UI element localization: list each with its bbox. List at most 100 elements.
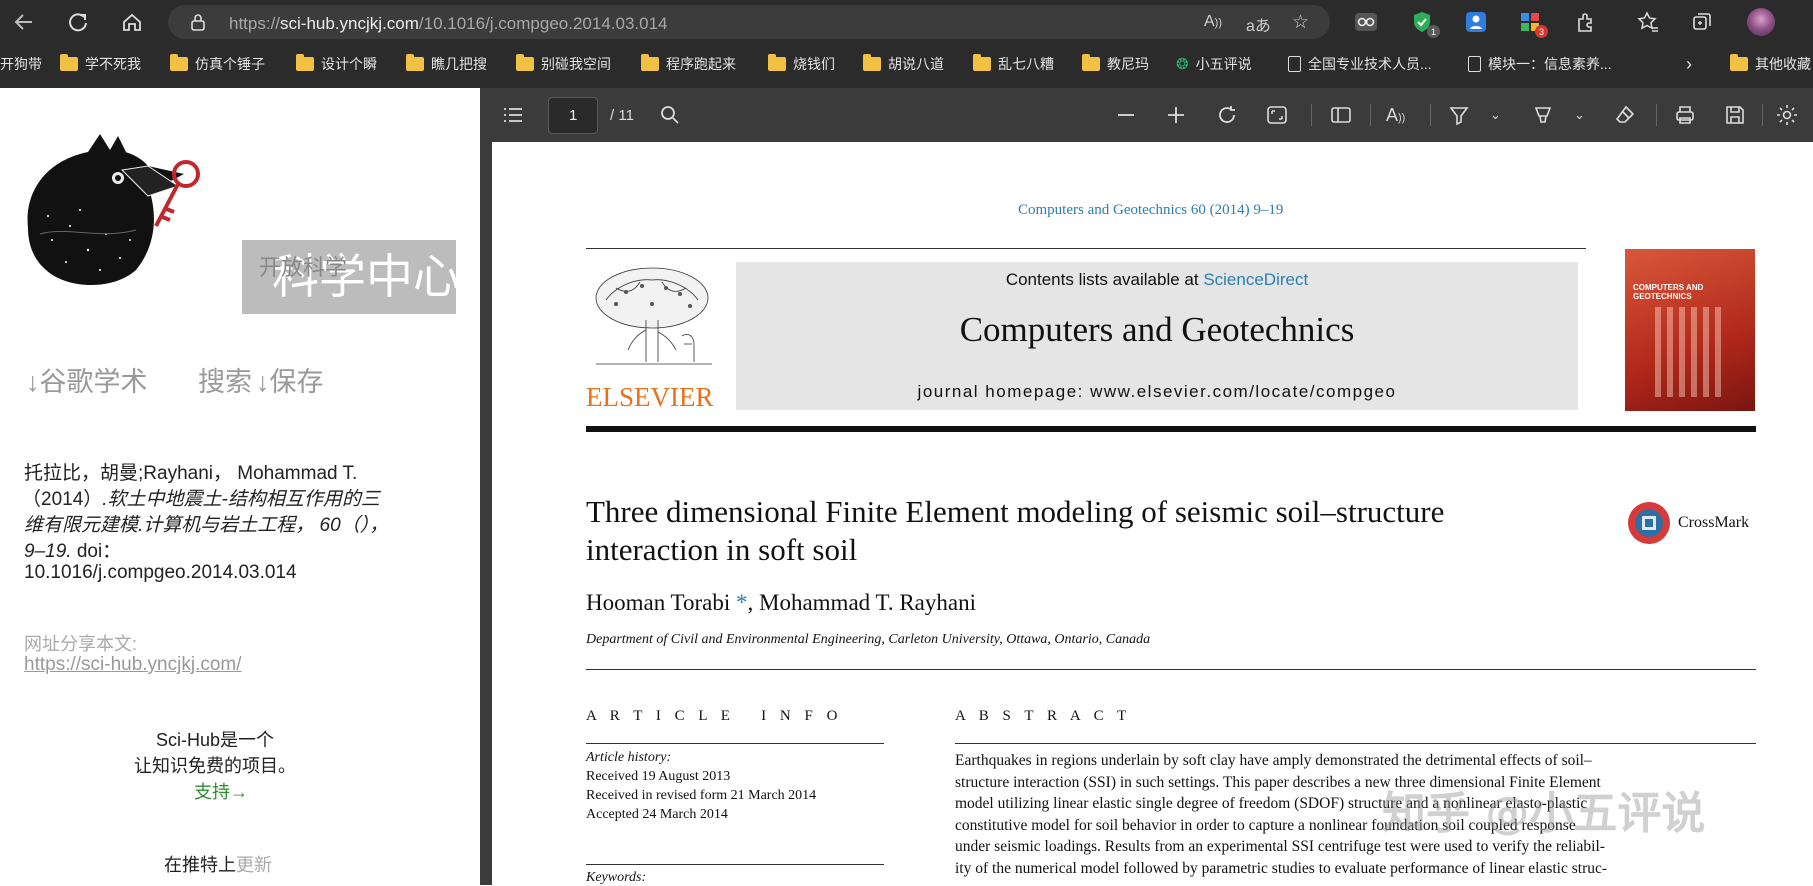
- author-link[interactable]: Hooman Torabi: [586, 590, 730, 615]
- bookmark-label: 程序跑起来: [666, 56, 736, 72]
- affiliation: Department of Civil and Environmental En…: [586, 632, 1151, 647]
- zoom-in-icon[interactable]: [1166, 103, 1186, 127]
- page-number-input[interactable]: 1: [548, 97, 598, 134]
- chevron-down-icon[interactable]: ⌄: [1490, 103, 1501, 127]
- elsevier-wordmark: ELSEVIER: [586, 382, 714, 412]
- corresponding-author-mark[interactable]: *: [730, 590, 748, 615]
- journal-reference: Computers and Geotechnics 60 (2014) 9–19: [1018, 202, 1284, 218]
- extension-shield-icon[interactable]: 1: [1410, 10, 1440, 38]
- bookmark-label: 全国专业技术人员...: [1308, 56, 1432, 72]
- support-link[interactable]: 支持→: [194, 778, 248, 804]
- eraser-icon[interactable]: [1614, 103, 1636, 127]
- home-icon[interactable]: [118, 8, 146, 36]
- bookmark-folder[interactable]: 乱七八糟: [973, 53, 1054, 75]
- bookmark-label: 胡说八道: [888, 56, 944, 72]
- back-arrow-icon[interactable]: [10, 8, 38, 36]
- gear-icon[interactable]: [1776, 103, 1798, 127]
- article-info-heading: A R T I C L E I N F O: [586, 708, 843, 724]
- share-url-link[interactable]: https://sci-hub.yncjkj.com/: [24, 654, 242, 676]
- folder-icon: [60, 54, 78, 71]
- bookmark-folder[interactable]: 其他收藏: [1730, 53, 1811, 75]
- bookmark-item[interactable]: ❂ 小五评说: [1176, 53, 1252, 75]
- abstract-heading: A B S T R A C T: [955, 708, 1132, 724]
- bookmark-label: 仿真个锤子: [195, 56, 265, 72]
- zhihu-watermark: 知乎 @小五评说: [1382, 788, 1706, 839]
- bookmark-label: 模块一：信息素养...: [1488, 56, 1612, 72]
- reload-icon[interactable]: [64, 8, 92, 36]
- lock-icon[interactable]: [190, 13, 206, 36]
- bookmark-label: 教尼玛: [1107, 56, 1149, 72]
- profile-avatar[interactable]: [1747, 8, 1775, 36]
- elsevier-tree-logo-icon: [595, 267, 712, 365]
- citation-doi: 10.1016/j.compgeo.2014.03.014: [24, 562, 297, 583]
- zoom-out-icon[interactable]: [1116, 103, 1136, 127]
- folder-icon: [1082, 54, 1100, 71]
- favorites-icon[interactable]: [1636, 10, 1660, 34]
- article-info-rule: [586, 743, 884, 744]
- section-rule: [586, 669, 1756, 670]
- bookmark-folder[interactable]: 学不死我: [60, 53, 141, 75]
- url-text[interactable]: https://sci-hub.yncjkj.com/10.1016/j.com…: [229, 14, 668, 34]
- twitter-update-link[interactable]: 更新: [236, 855, 272, 875]
- search-link[interactable]: 搜索: [198, 360, 252, 399]
- journal-homepage: journal homepage: www.elsevier.com/locat…: [917, 382, 1397, 401]
- collections-icon[interactable]: [1690, 10, 1714, 34]
- article-title-cont: interaction in soft soil: [586, 532, 858, 567]
- contents-line: Contents lists available at ScienceDirec…: [1005, 270, 1309, 289]
- bookmark-folder[interactable]: 设计个瞬: [296, 53, 377, 75]
- save-icon[interactable]: [1724, 103, 1746, 127]
- extension-glasses-icon[interactable]: [1354, 10, 1378, 34]
- read-aloud-icon[interactable]: A)): [1204, 13, 1222, 31]
- bookmark-label: 学不死我: [85, 56, 141, 72]
- read-aloud-icon[interactable]: A)): [1386, 103, 1405, 127]
- history-label: Article history:: [586, 750, 672, 765]
- extension-person-icon[interactable]: [1464, 10, 1488, 34]
- about-text: Sci-Hub是一个: [156, 730, 275, 750]
- bookmarks-bar: 开狗带 学不死我 仿真个锤子 设计个瞬 瞧几把搜 别碰我空间 程序跑起来 烧钱们…: [0, 44, 1813, 84]
- abstract-line: ity of the numerical model followed by p…: [955, 859, 1608, 877]
- chevron-down-icon[interactable]: ⌄: [1574, 103, 1585, 127]
- scihub-sidebar: 科学中心 开放科学 ↓谷歌学术 搜索 ↓保存 托拉比，胡曼;Rayhani， M…: [0, 88, 482, 885]
- sciencedirect-link[interactable]: ScienceDirect: [1203, 270, 1308, 289]
- google-scholar-link[interactable]: ↓谷歌学术: [26, 360, 148, 399]
- bookmark-folder[interactable]: 教尼玛: [1082, 53, 1149, 75]
- highlight-icon[interactable]: [1532, 103, 1554, 127]
- search-icon[interactable]: [660, 103, 680, 127]
- address-bar[interactable]: https://sci-hub.yncjkj.com/10.1016/j.com…: [168, 5, 1330, 39]
- folder-icon: [406, 54, 424, 71]
- print-icon[interactable]: [1674, 103, 1696, 127]
- abstract-line: Earthquakes in regions underlain by soft…: [955, 752, 1592, 769]
- bookmark-folder[interactable]: 仿真个锤子: [170, 53, 265, 75]
- bookmark-item[interactable]: 全国专业技术人员...: [1288, 53, 1432, 75]
- crossmark-badge[interactable]: CrossMark: [1626, 500, 1749, 546]
- extension-apps-icon[interactable]: 3: [1518, 10, 1548, 38]
- bookmark-label: 设计个瞬: [321, 56, 377, 72]
- journal-banner: Contents lists available at ScienceDirec…: [736, 262, 1578, 410]
- bookmark-folder[interactable]: 胡说八道: [863, 53, 944, 75]
- keywords-rule: [586, 864, 884, 865]
- contents-list-icon[interactable]: [502, 103, 524, 127]
- save-link[interactable]: ↓保存: [256, 360, 324, 399]
- bookmark-folder[interactable]: 程序跑起来: [641, 53, 736, 75]
- favorite-star-icon[interactable]: ☆: [1292, 11, 1309, 34]
- bookmark-folder[interactable]: 别碰我空间: [516, 53, 611, 75]
- bookmark-folder[interactable]: 瞧几把搜: [406, 53, 487, 75]
- bookmark-item[interactable]: 模块一：信息素养...: [1468, 53, 1612, 75]
- revised-date: Received in revised form 21 March 2014: [586, 788, 817, 803]
- bookmark-item[interactable]: 开狗带: [0, 53, 42, 75]
- puzzle-extensions-icon[interactable]: [1574, 10, 1598, 34]
- extension-badge: 1: [1427, 25, 1440, 38]
- header-thick-rule: [586, 426, 1756, 432]
- draw-filter-icon[interactable]: [1448, 103, 1470, 127]
- folder-icon: [973, 54, 991, 71]
- rotate-icon[interactable]: [1216, 103, 1238, 127]
- keywords-label: Keywords:: [586, 870, 647, 885]
- pdf-page[interactable]: Computers and Geotechnics 60 (2014) 9–19…: [492, 142, 1813, 885]
- citation-line: 9–19. doi：: [24, 541, 122, 562]
- translate-icon[interactable]: aあ: [1246, 12, 1271, 36]
- chevron-right-icon[interactable]: ›: [1686, 53, 1692, 75]
- header-rule: [586, 248, 1586, 249]
- bookmark-folder[interactable]: 烧钱们: [768, 53, 835, 75]
- fit-page-icon[interactable]: [1266, 103, 1288, 127]
- page-view-icon[interactable]: [1330, 103, 1352, 127]
